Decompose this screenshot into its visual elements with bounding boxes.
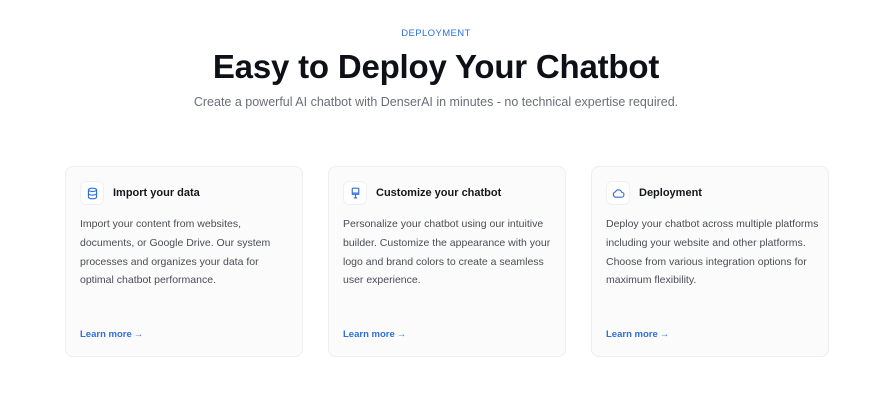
learn-more-link[interactable]: Learn more → (343, 329, 406, 340)
section-subtitle: Create a powerful AI chatbot with Denser… (193, 95, 679, 109)
learn-more-label: Learn more (606, 329, 658, 340)
section-title: Easy to Deploy Your Chatbot (212, 48, 660, 85)
brush-icon (343, 181, 367, 205)
card-title: Deployment (639, 187, 702, 199)
deployment-section: DEPLOYMENT Easy to Deploy Your Chatbot C… (0, 0, 872, 405)
card-title: Customize your chatbot (376, 187, 502, 199)
card-header: Deployment (606, 181, 702, 205)
arrow-right-icon: → (659, 329, 670, 340)
arrow-right-icon: → (396, 329, 407, 340)
card-header: Customize your chatbot (343, 181, 501, 205)
card-description: Deploy your chatbot across multiple plat… (606, 218, 819, 287)
feature-cards: Import your data Import your content fro… (65, 166, 833, 359)
card-customize-chatbot: Customize your chatbot Personalize your … (328, 166, 566, 357)
card-import-data: Import your data Import your content fro… (65, 166, 303, 357)
database-icon (80, 181, 104, 205)
learn-more-link[interactable]: Learn more → (606, 329, 669, 340)
learn-more-label: Learn more (343, 329, 395, 340)
card-header: Import your data (80, 181, 200, 205)
card-description: Import your content from websites, docum… (80, 218, 271, 287)
card-title: Import your data (113, 187, 200, 199)
card-deployment: Deployment Deploy your chatbot across mu… (591, 166, 829, 357)
section-eyebrow: DEPLOYMENT (401, 28, 471, 39)
learn-more-link[interactable]: Learn more → (80, 329, 143, 340)
arrow-right-icon: → (133, 329, 144, 340)
learn-more-label: Learn more (80, 329, 132, 340)
card-description: Personalize your chatbot using our intui… (343, 218, 551, 287)
cloud-icon (606, 181, 630, 205)
